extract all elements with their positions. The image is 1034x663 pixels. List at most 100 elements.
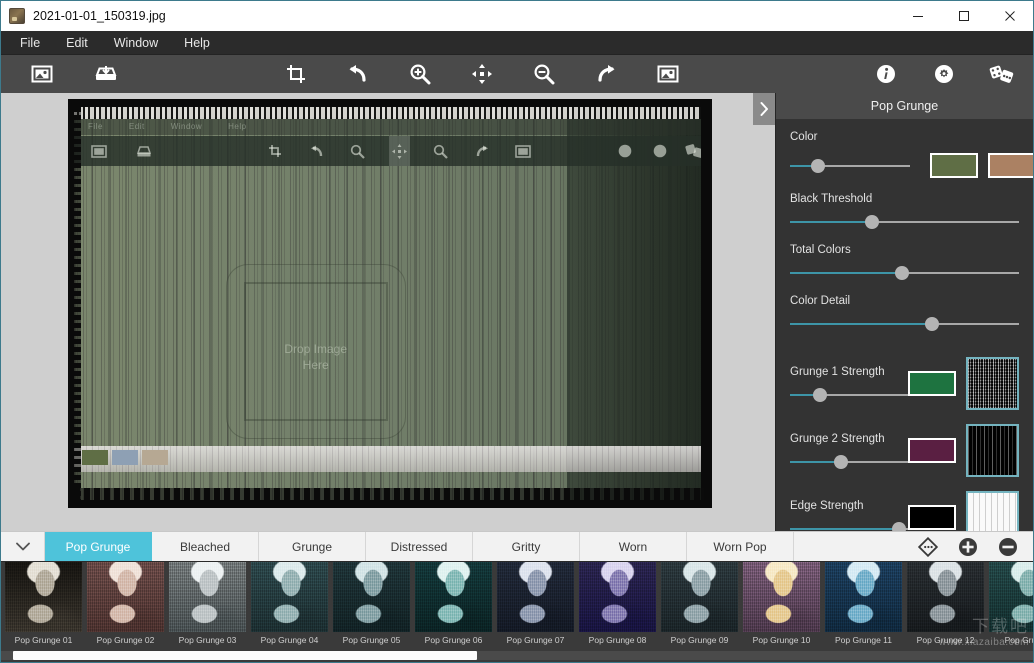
- menu-bar: File Edit Window Help: [1, 31, 1033, 55]
- grunge-1-color-swatch[interactable]: [908, 371, 956, 396]
- menu-item-window[interactable]: Window: [101, 33, 171, 53]
- minimize-button[interactable]: [895, 1, 941, 31]
- grunge-2-color-swatch[interactable]: [908, 438, 956, 463]
- thumbnail-grain: [251, 562, 328, 632]
- color-detail-slider[interactable]: [790, 317, 1019, 331]
- tab-distressed[interactable]: Distressed: [366, 532, 473, 561]
- grunge-2-slider[interactable]: [790, 455, 908, 469]
- color-swatch-primary[interactable]: [930, 153, 978, 178]
- preset-thumbnail-label: Pop Grunge 09: [671, 635, 729, 645]
- artwork-dropzone-text: Drop Image Here: [226, 341, 406, 373]
- info-icon[interactable]: [869, 59, 903, 89]
- grunge-2-texture-thumbnail[interactable]: [966, 424, 1019, 477]
- menu-item-edit[interactable]: Edit: [53, 33, 101, 53]
- panel-collapse-button[interactable]: [753, 93, 775, 125]
- chevron-down-icon[interactable]: [1, 532, 45, 561]
- preset-filmstrip[interactable]: Pop Grunge 01Pop Grunge 02 Pop Grunge 03 P…: [1, 561, 1033, 662]
- preset-thumbnail-label: Pop Grunge 07: [507, 635, 565, 645]
- window-controls: [895, 1, 1033, 31]
- color-slider[interactable]: [790, 159, 910, 173]
- zoom-in-icon[interactable]: [403, 59, 437, 89]
- edge-texture-thumbnail[interactable]: [966, 491, 1019, 531]
- grunge-1-texture-thumbnail[interactable]: [966, 357, 1019, 410]
- pan-move-icon[interactable]: [465, 59, 499, 89]
- filmstrip-item[interactable]: Pop Grunge 09: [659, 562, 740, 646]
- filmstrip-item[interactable]: Pop Grunge 11: [823, 562, 904, 646]
- filmstrip-track: Pop Grunge 01Pop Grunge 02 Pop Grunge 03 P…: [1, 562, 1033, 646]
- filmstrip-item[interactable]: Pop Grunge 03: [167, 562, 248, 646]
- fit-image-icon[interactable]: [651, 59, 685, 89]
- filmstrip-item[interactable]: Pop Grunge: [987, 562, 1033, 646]
- tab-bleached[interactable]: Bleached: [152, 532, 259, 561]
- preset-thumbnail[interactable]: [825, 562, 902, 632]
- preset-thumbnail[interactable]: [989, 562, 1033, 632]
- preset-thumbnail[interactable]: [87, 562, 164, 632]
- image-canvas[interactable]: File Edit Window Help: [1, 93, 775, 531]
- preset-thumbnail[interactable]: [743, 562, 820, 632]
- edge-color-swatch[interactable]: [908, 505, 956, 530]
- maximize-button[interactable]: [941, 1, 987, 31]
- tab-worn-pop[interactable]: Worn Pop: [687, 532, 794, 561]
- add-preset-icon[interactable]: [957, 536, 979, 558]
- control-edge-strength: Edge Strength: [790, 491, 1019, 531]
- control-grunge-1: Grunge 1 Strength: [790, 357, 1019, 410]
- filmstrip-scrollbar[interactable]: [1, 651, 1033, 660]
- zoom-out-icon[interactable]: [527, 59, 561, 89]
- preset-options-icon[interactable]: [917, 536, 939, 558]
- artwork-icon-settings: [649, 144, 670, 158]
- preset-thumbnail[interactable]: [169, 562, 246, 632]
- preset-thumbnail[interactable]: [251, 562, 328, 632]
- thumbnail-grain: [87, 562, 164, 632]
- tab-pop-grunge[interactable]: Pop Grunge: [45, 532, 152, 561]
- open-image-icon[interactable]: [25, 59, 59, 89]
- preset-thumbnail[interactable]: [497, 562, 574, 632]
- thumbnail-grain: [5, 562, 82, 632]
- menu-item-file[interactable]: File: [7, 33, 53, 53]
- total-colors-slider[interactable]: [790, 266, 1019, 280]
- preset-thumbnail[interactable]: [415, 562, 492, 632]
- menu-item-help[interactable]: Help: [171, 33, 223, 53]
- save-image-icon[interactable]: [89, 59, 123, 89]
- app-image-icon: [9, 8, 25, 24]
- filmstrip-item[interactable]: Pop Grunge 04: [249, 562, 330, 646]
- crop-icon[interactable]: [279, 59, 313, 89]
- artwork-top-grunge: [74, 107, 706, 119]
- workspace: File Edit Window Help: [1, 93, 1033, 531]
- preset-thumbnail[interactable]: [661, 562, 738, 632]
- preset-thumbnail[interactable]: [5, 562, 82, 632]
- close-button[interactable]: [987, 1, 1033, 31]
- filmstrip-item[interactable]: Pop Grunge 08: [577, 562, 658, 646]
- artwork-icon-zoom-out: [430, 144, 451, 159]
- preset-thumbnail-label: Pop Grunge 03: [179, 635, 237, 645]
- filmstrip-item[interactable]: Pop Grunge 02: [85, 562, 166, 646]
- filmstrip-item[interactable]: Pop Grunge 06: [413, 562, 494, 646]
- tab-worn[interactable]: Worn: [580, 532, 687, 561]
- color-swatch-secondary[interactable]: [988, 153, 1033, 178]
- edge-strength-slider[interactable]: [790, 522, 908, 532]
- preset-thumbnail[interactable]: [333, 562, 410, 632]
- tab-grunge[interactable]: Grunge: [259, 532, 366, 561]
- application-window: 2021-01-01_150319.jpg File Edit Window H…: [0, 0, 1034, 663]
- filmstrip-scroll-thumb[interactable]: [13, 651, 477, 660]
- black-threshold-slider[interactable]: [790, 215, 1019, 229]
- redo-icon[interactable]: [589, 59, 623, 89]
- chevron-right-icon: [759, 101, 769, 117]
- randomize-dice-icon[interactable]: [985, 59, 1019, 89]
- filmstrip-item[interactable]: Pop Grunge 12: [905, 562, 986, 646]
- filmstrip-item[interactable]: Pop Grunge 07: [495, 562, 576, 646]
- filmstrip-item[interactable]: Pop Grunge 05: [331, 562, 412, 646]
- preset-thumbnail[interactable]: [907, 562, 984, 632]
- artwork-dropzone: Drop Image Here: [226, 264, 406, 439]
- artwork-drop-line1: Drop Image: [226, 341, 406, 357]
- filmstrip-item[interactable]: Pop Grunge 10: [741, 562, 822, 646]
- artwork-edge-right: [701, 107, 706, 500]
- control-black-threshold-label: Black Threshold: [790, 193, 1019, 205]
- preset-thumbnail[interactable]: [579, 562, 656, 632]
- filmstrip-item[interactable]: Pop Grunge 01: [3, 562, 84, 646]
- undo-icon[interactable]: [341, 59, 375, 89]
- artwork-ghost-menubar: File Edit Window Help: [74, 117, 706, 135]
- settings-gear-icon[interactable]: [927, 59, 961, 89]
- remove-preset-icon[interactable]: [997, 536, 1019, 558]
- tab-gritty[interactable]: Gritty: [473, 532, 580, 561]
- grunge-1-slider[interactable]: [790, 388, 908, 402]
